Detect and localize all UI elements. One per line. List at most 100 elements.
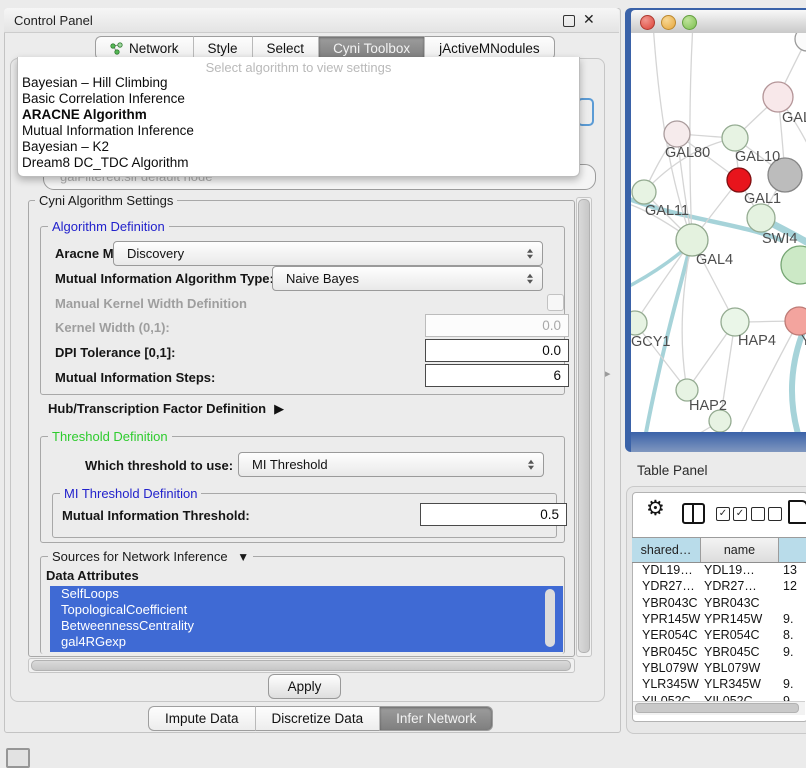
close-traffic-light-icon[interactable] <box>640 15 655 30</box>
screen: { "colors": { "selection_blue": "#3f6ad4… <box>0 0 806 762</box>
network-node-label: SWI4 <box>762 231 797 247</box>
algorithm-option[interactable]: Basic Correlation Inference <box>18 91 579 107</box>
settings-horizontal-scrollbar-thumb[interactable] <box>31 660 571 671</box>
network-node-label: Y <box>801 333 806 349</box>
data-attributes-list[interactable]: SelfLoopsTopologicalCoefficientBetweenne… <box>50 586 563 652</box>
table-cell: YBR043C <box>701 596 779 610</box>
tab-impute-data[interactable]: Impute Data <box>148 706 256 731</box>
aracne-mode-combo[interactable]: Discovery <box>113 241 543 266</box>
table-row[interactable]: YLR345WYLR345W9. <box>632 676 806 692</box>
sources-label[interactable]: Sources for Network Inference ▼ <box>48 549 253 564</box>
column-header-shared-name[interactable]: shared… <box>632 538 701 562</box>
data-attribute-item[interactable]: TopologicalCoefficient <box>50 602 563 618</box>
algorithm-dropdown-placeholder: Select algorithm to view settings <box>18 57 579 75</box>
close-icon[interactable]: ✕ <box>583 11 595 27</box>
mi-steps-field[interactable]: 6 <box>425 364 569 387</box>
tab-select-label: Select <box>267 41 305 56</box>
attributes-list-scrollbar[interactable] <box>545 589 555 647</box>
apply-button[interactable]: Apply <box>268 674 341 699</box>
network-node-gal1[interactable] <box>727 168 751 192</box>
mi-algorithm-type-combo[interactable]: Naive Bayes <box>272 266 543 291</box>
network-node-label: HAP4 <box>738 333 776 349</box>
algorithm-definition-label: Algorithm Definition <box>48 219 169 234</box>
algorithm-option[interactable]: Bayesian – Hill Climbing <box>18 75 579 91</box>
aracne-mode-value: Discovery <box>127 246 184 261</box>
network-node-swi4[interactable] <box>747 204 775 232</box>
table-cell: YDL19… <box>701 563 779 577</box>
algorithm-option[interactable]: Dream8 DC_TDC Algorithm <box>18 155 579 171</box>
which-threshold-label: Which threshold to use: <box>85 458 233 473</box>
mi-threshold-field[interactable]: 0.5 <box>420 503 567 526</box>
collapsed-panel-icon[interactable] <box>6 748 30 768</box>
table-row[interactable]: YPR145WYPR145W9. <box>632 611 806 627</box>
mi-threshold-label: Mutual Information Threshold: <box>62 508 250 523</box>
select-all-checkboxes-icon[interactable]: ✓✓ <box>716 507 750 521</box>
control-panel-title: Control Panel <box>14 13 93 28</box>
network-edge[interactable] <box>792 279 806 432</box>
tab-infer-network[interactable]: Infer Network <box>380 706 493 731</box>
tab-cyni-toolbox-label: Cyni Toolbox <box>333 41 410 56</box>
float-panel-icon[interactable] <box>563 15 575 27</box>
network-canvas[interactable]: GALGAL80GAL10GAL1SWI4GAL11GAL4GCY1HAP4YH… <box>631 33 806 432</box>
table-row[interactable]: YDR27…YDR27…12 <box>632 578 806 594</box>
settings-vertical-scrollbar-thumb[interactable] <box>578 199 590 653</box>
mi-threshold-definition-label: MI Threshold Definition <box>60 486 201 501</box>
network-node-gal[interactable] <box>763 82 793 112</box>
dpi-tolerance-field[interactable]: 0.0 <box>425 339 569 362</box>
network-node[interactable] <box>795 33 806 51</box>
network-node-y[interactable] <box>785 307 806 335</box>
mi-algorithm-type-value: Naive Bayes <box>286 271 359 286</box>
network-node-gal80[interactable] <box>664 121 690 147</box>
spinner-arrows-icon <box>527 273 533 284</box>
network-window-titlebar[interactable] <box>631 10 806 34</box>
network-node-gcy1[interactable] <box>631 311 647 335</box>
table-cell: YBR045C <box>632 645 701 659</box>
gear-icon[interactable]: ⚙ <box>646 498 665 520</box>
data-attribute-item[interactable]: SelfLoops <box>50 586 563 602</box>
network-node-label: GCY1 <box>631 334 671 350</box>
collapse-arrow-icon[interactable]: ▼ <box>237 550 249 564</box>
document-icon[interactable] <box>788 500 806 524</box>
table-cell: 9. <box>779 612 806 626</box>
algorithm-option[interactable]: Bayesian – K2 <box>18 139 579 155</box>
network-node[interactable] <box>781 246 806 284</box>
data-attribute-item[interactable]: gal4RGexp <box>50 634 563 650</box>
network-node-label: GAL1 <box>744 191 781 207</box>
tab-style-label: Style <box>208 41 238 56</box>
network-node-gal10[interactable] <box>722 125 748 151</box>
column-header-partial[interactable] <box>779 538 806 562</box>
expand-arrow-icon[interactable]: ▶ <box>274 401 284 417</box>
zoom-traffic-light-icon[interactable] <box>682 15 697 30</box>
algorithm-option[interactable]: ARACNE Algorithm <box>18 107 579 123</box>
algorithm-option[interactable]: Mutual Information Inference <box>18 123 579 139</box>
table-horizontal-scrollbar-thumb[interactable] <box>635 703 799 713</box>
tab-discretize-data[interactable]: Discretize Data <box>256 706 381 731</box>
table-row[interactable]: YBR045CYBR045C9. <box>632 643 806 659</box>
column-header-name[interactable]: name <box>701 538 779 562</box>
unchecked-box-icon <box>768 507 782 521</box>
table-row[interactable]: YER054CYER054C8. <box>632 627 806 643</box>
column-layout-icon[interactable] <box>682 503 705 524</box>
which-threshold-combo[interactable]: MI Threshold <box>238 452 544 477</box>
table-cell: 9. <box>779 677 806 691</box>
deselect-all-checkboxes-icon[interactable] <box>751 507 785 521</box>
splitter-arrow-icon[interactable]: ▸ <box>605 367 611 380</box>
table-cell: YLR345W <box>701 677 779 691</box>
table-row[interactable]: YBL079WYBL079W <box>632 660 806 676</box>
table-row[interactable]: YBR043CYBR043C <box>632 595 806 611</box>
manual-kernel-width-checkbox[interactable] <box>547 294 564 311</box>
network-node-gal11[interactable] <box>632 180 656 204</box>
data-attribute-item[interactable]: BetweennessCentrality <box>50 618 563 634</box>
table-cell: YDR27… <box>632 579 701 593</box>
network-node-label: GAL80 <box>665 145 710 161</box>
network-node-hap4[interactable] <box>721 308 749 336</box>
manual-kernel-width-label: Manual Kernel Width Definition <box>55 296 247 311</box>
tab-infer-network-label: Infer Network <box>396 711 476 726</box>
minimize-traffic-light-icon[interactable] <box>661 15 676 30</box>
cyni-algorithm-settings-label: Cyni Algorithm Settings <box>35 193 177 208</box>
hub-definition-label[interactable]: Hub/Transcription Factor Definition▶ <box>48 401 284 417</box>
table-row[interactable]: YDL19…YDL19…13 <box>632 562 806 578</box>
network-window-frame-bottom <box>631 432 806 452</box>
kernel-width-field[interactable]: 0.0 <box>425 314 569 337</box>
tab-network-label: Network <box>129 41 179 56</box>
